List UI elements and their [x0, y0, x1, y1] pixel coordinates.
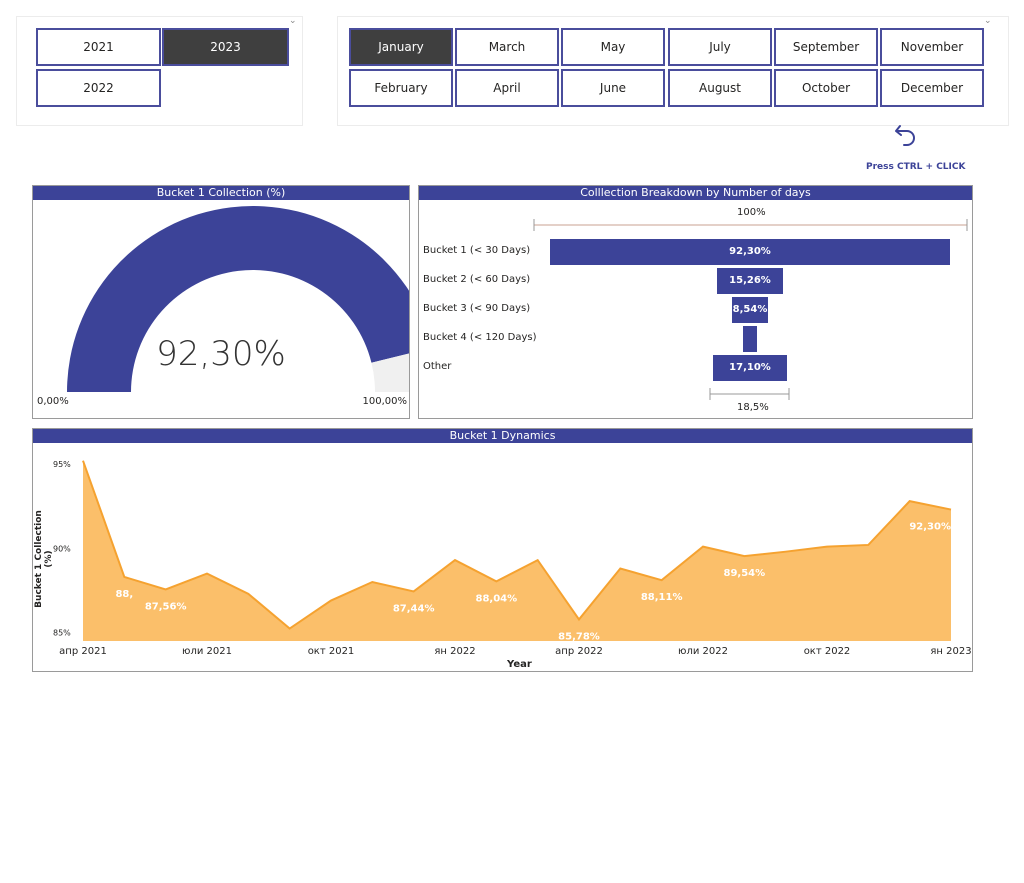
- month-tile-december[interactable]: December: [880, 69, 984, 107]
- y-tick-label: 85%: [53, 629, 71, 638]
- area-chart: 85% 90% 95% апр 2021 юли 2021 окт 2021 ян 2022…: [53, 460, 972, 657]
- reset-hint: Press CTRL + CLICK: [866, 162, 966, 172]
- gauge-min-label: 0,00%: [37, 396, 69, 407]
- month-tile-january[interactable]: January: [349, 28, 453, 66]
- month-tile-april[interactable]: April: [455, 69, 559, 107]
- data-label: 88,04%: [476, 593, 518, 604]
- funnel-bottom-bracket: [709, 388, 790, 400]
- x-tick-label: апр 2021: [59, 646, 107, 657]
- data-label: 88,11%: [641, 592, 683, 603]
- funnel-bar-value-label: 92,30%: [729, 246, 771, 257]
- funnel-category-label: Other: [423, 361, 452, 372]
- x-tick-label: ян 2023: [930, 646, 971, 657]
- month-tile-may[interactable]: May: [561, 28, 665, 66]
- x-tick-label: ян 2022: [434, 646, 475, 657]
- area-series[interactable]: [83, 460, 951, 641]
- month-tile-november[interactable]: November: [880, 28, 984, 66]
- month-tile-march[interactable]: March: [455, 28, 559, 66]
- funnel-bottom-label: 18,5%: [737, 402, 769, 413]
- month-tile-august[interactable]: August: [668, 69, 772, 107]
- undo-arrow-icon[interactable]: [893, 121, 919, 147]
- year-tile-2021[interactable]: 2021: [36, 28, 161, 66]
- x-tick-label: юли 2022: [678, 646, 728, 657]
- y-axis-title: Bucket 1 Collection (%): [34, 510, 54, 608]
- year-tile-2022[interactable]: 2022: [36, 69, 161, 107]
- data-label: 87,56%: [145, 601, 187, 612]
- year-tile-2023[interactable]: 2023: [162, 28, 289, 66]
- chevron-down-icon[interactable]: ⌄: [984, 17, 992, 26]
- funnel-category-label: Bucket 4 (< 120 Days): [423, 332, 537, 343]
- x-axis-title: Year: [507, 659, 532, 670]
- funnel-bar[interactable]: [743, 326, 757, 352]
- month-tile-june[interactable]: June: [561, 69, 665, 107]
- gauge-chart: [67, 206, 409, 392]
- funnel-category-label: Bucket 3 (< 90 Days): [423, 303, 531, 314]
- data-label: 89,54%: [724, 568, 766, 579]
- month-tile-february[interactable]: February: [349, 69, 453, 107]
- funnel-bar-value-label: 8,54%: [732, 304, 768, 315]
- month-tile-july[interactable]: July: [668, 28, 772, 66]
- funnel-top-label: 100%: [737, 207, 766, 218]
- y-tick-label: 95%: [53, 460, 71, 469]
- gauge-title: Bucket 1 Collection (%): [33, 186, 409, 200]
- funnel-top-bracket: [533, 219, 968, 231]
- funnel-panel: Colllection Breakdown by Number of days …: [418, 185, 973, 419]
- funnel-bar-value-label: 15,26%: [729, 275, 771, 286]
- month-tile-september[interactable]: September: [774, 28, 878, 66]
- data-label: 88,: [115, 589, 133, 600]
- x-tick-label: окт 2021: [308, 646, 355, 657]
- funnel-title: Colllection Breakdown by Number of days: [419, 186, 972, 200]
- dynamics-panel: Bucket 1 Dynamics 85% 90% 95% апр 2021 юли 2…: [32, 428, 973, 672]
- month-tile-october[interactable]: October: [774, 69, 878, 107]
- x-tick-label: апр 2022: [555, 646, 603, 657]
- gauge-panel: Bucket 1 Collection (%) 92,30% 0,00% 100…: [32, 185, 410, 419]
- gauge-max-label: 100,00%: [362, 396, 408, 407]
- data-label: 85,78%: [558, 631, 600, 642]
- gauge-value: 92,30%: [156, 334, 286, 374]
- chevron-down-icon[interactable]: ⌄: [289, 17, 297, 26]
- data-label: 85,24%: [269, 641, 311, 652]
- y-tick-label: 90%: [53, 544, 71, 553]
- funnel-category-label: Bucket 1 (< 30 Days): [423, 245, 531, 256]
- x-tick-label: окт 2022: [804, 646, 851, 657]
- data-label: 92,30%: [909, 522, 951, 533]
- data-label: 87,44%: [393, 603, 435, 614]
- x-tick-label: юли 2021: [182, 646, 232, 657]
- funnel-bar-value-label: 17,10%: [729, 362, 771, 373]
- funnel-category-label: Bucket 2 (< 60 Days): [423, 274, 531, 285]
